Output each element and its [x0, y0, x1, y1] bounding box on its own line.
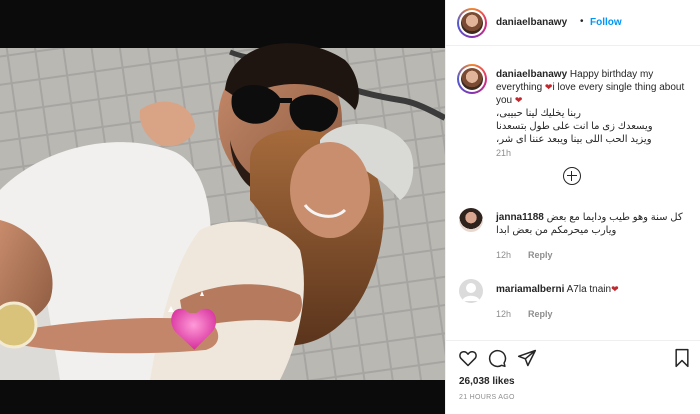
author-avatar[interactable]: [457, 8, 487, 38]
caption-avatar[interactable]: [457, 64, 487, 94]
comments-list[interactable]: daniaelbanawy Happy birthday my everythi…: [446, 47, 700, 341]
post-actions: 26,038 likes 21 HOURS AGO: [446, 340, 700, 414]
caption-arabic-2: ويسعدك زى ما انت على طول بتسعدنا: [496, 121, 653, 132]
commenter-avatar[interactable]: [459, 279, 483, 303]
heart-icon[interactable]: [458, 348, 478, 368]
commenter-avatar[interactable]: [459, 208, 483, 232]
caption-arabic-1: ربنا يخليك لينا حبيبى،: [496, 108, 581, 119]
comment-1: janna1188 كل سنة وهو طيب ودايما مع بعض و…: [496, 211, 696, 237]
reply-button[interactable]: Reply: [528, 309, 553, 319]
follow-button[interactable]: Follow: [590, 17, 622, 28]
separator-dot: •: [580, 16, 584, 27]
caption-arabic-3: ويزيد الحب اللى بينا ويبعد عننا اى شر،: [496, 134, 652, 145]
load-more-comments-icon[interactable]: [563, 167, 581, 185]
caption-time[interactable]: 21h: [496, 148, 511, 158]
share-icon[interactable]: [517, 348, 537, 368]
comment-username[interactable]: janna1188: [496, 212, 544, 223]
heart-emoji: ❤: [514, 95, 523, 105]
comment-icon[interactable]: [487, 348, 507, 368]
selfie-image: [0, 0, 445, 414]
heart-emoji: ❤: [611, 284, 619, 294]
caption-username[interactable]: daniaelbanawy: [496, 69, 567, 80]
comment-username[interactable]: mariamalberni: [496, 284, 564, 295]
comment-time[interactable]: 12h: [496, 309, 511, 319]
comment-time[interactable]: 12h: [496, 250, 511, 260]
reply-button[interactable]: Reply: [528, 250, 553, 260]
likes-count[interactable]: 26,038 likes: [459, 376, 515, 387]
caption: daniaelbanawy Happy birthday my everythi…: [496, 68, 696, 146]
post-timestamp[interactable]: 21 HOURS AGO: [459, 394, 515, 401]
bookmark-icon[interactable]: [673, 348, 691, 368]
post-side-panel: daniaelbanawy • Follow daniaelbanawy Hap…: [445, 0, 700, 414]
author-username[interactable]: daniaelbanawy: [496, 17, 567, 28]
post-header: daniaelbanawy • Follow: [446, 0, 700, 46]
post-photo[interactable]: [0, 0, 445, 414]
instagram-post: daniaelbanawy • Follow daniaelbanawy Hap…: [0, 0, 700, 414]
comment-body: A7la tnain: [566, 284, 612, 295]
comment-2: mariamalberni A7la tnain❤: [496, 283, 696, 296]
default-avatar-icon: [462, 283, 480, 301]
